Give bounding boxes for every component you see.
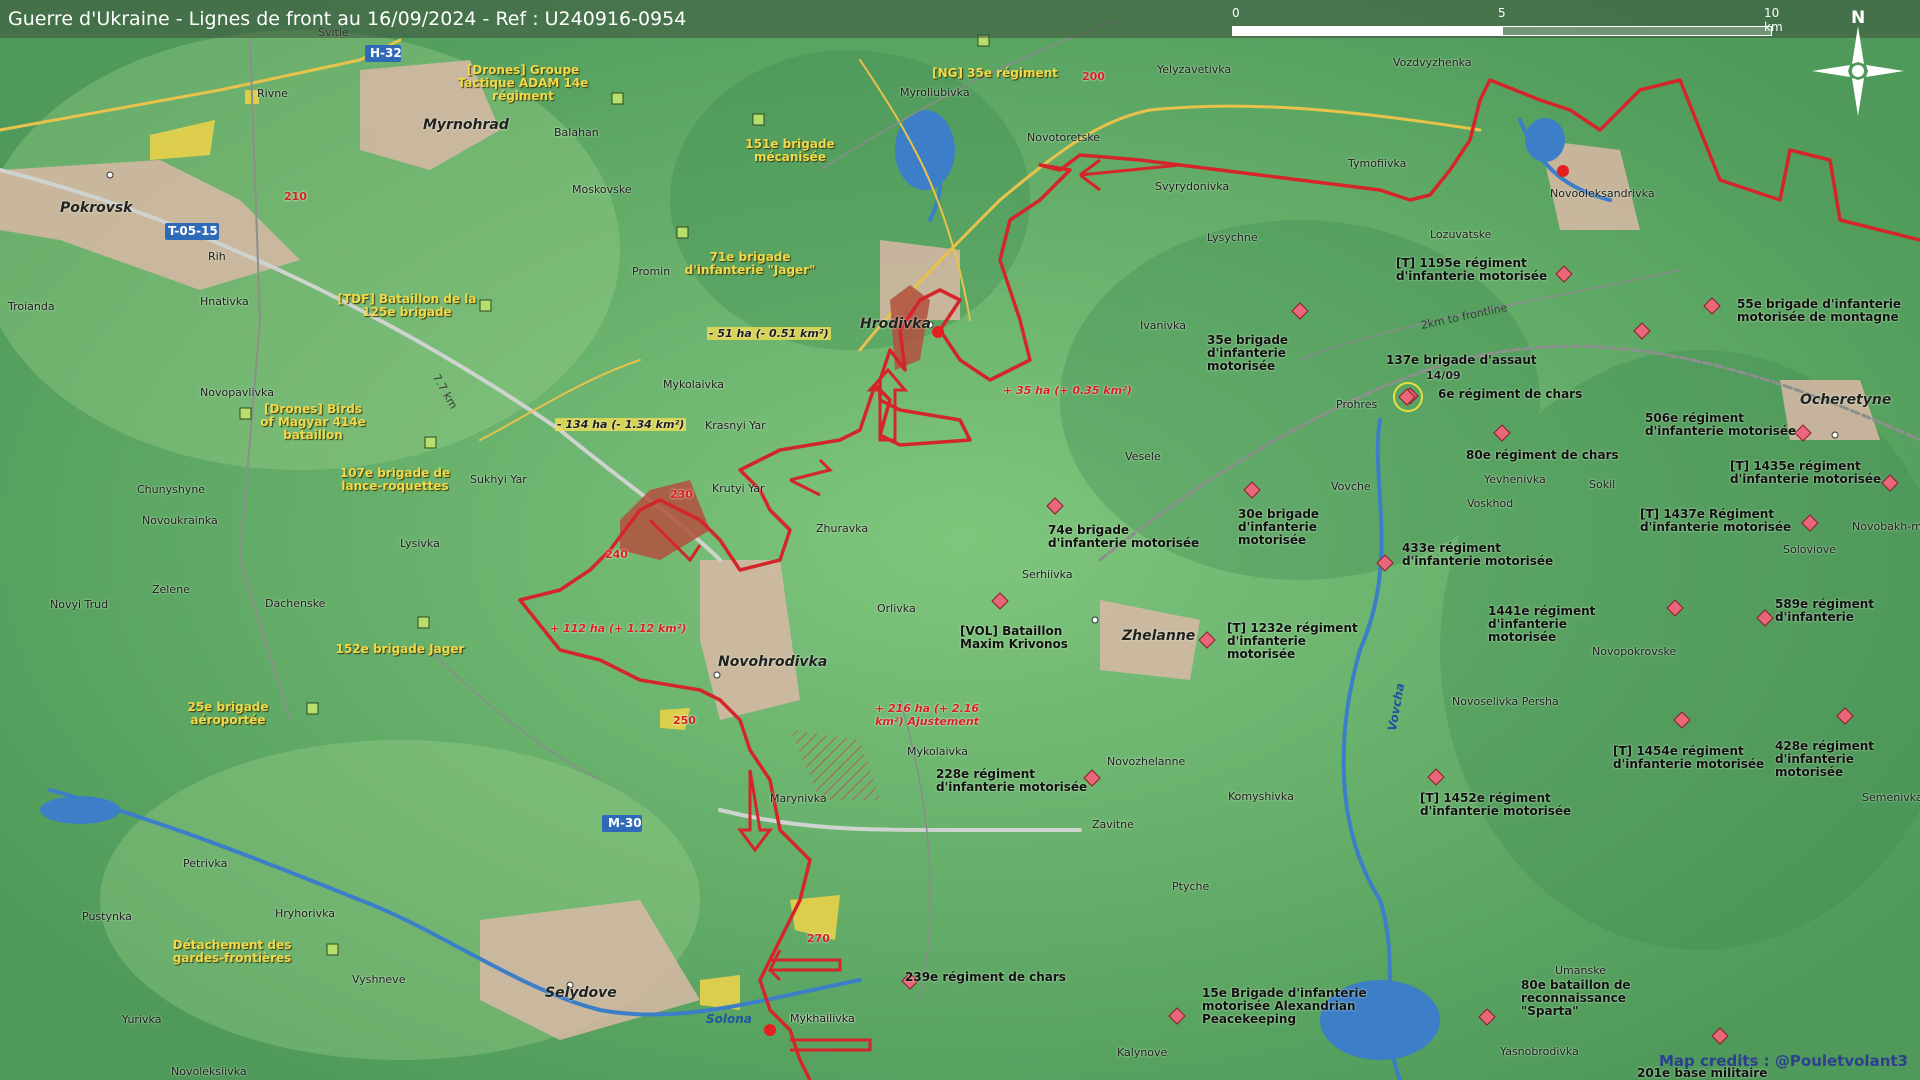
page-title: Guerre d'Ukraine - Lignes de front au 16… [8,8,687,30]
scale-segment [1502,26,1772,36]
map-canvas[interactable] [0,0,1920,1080]
north-arrow: N [1808,8,1908,118]
scale-segment [1232,26,1502,36]
scale-label-mid: 5 [1498,6,1506,20]
scale-label-start: 0 [1232,6,1240,20]
map-credits: Map credits : @Pouletvolant3 [1659,1052,1908,1070]
scale-bar: 0 5 10 km [1232,6,1783,36]
compass-icon [1812,26,1904,116]
north-label: N [1851,8,1866,28]
